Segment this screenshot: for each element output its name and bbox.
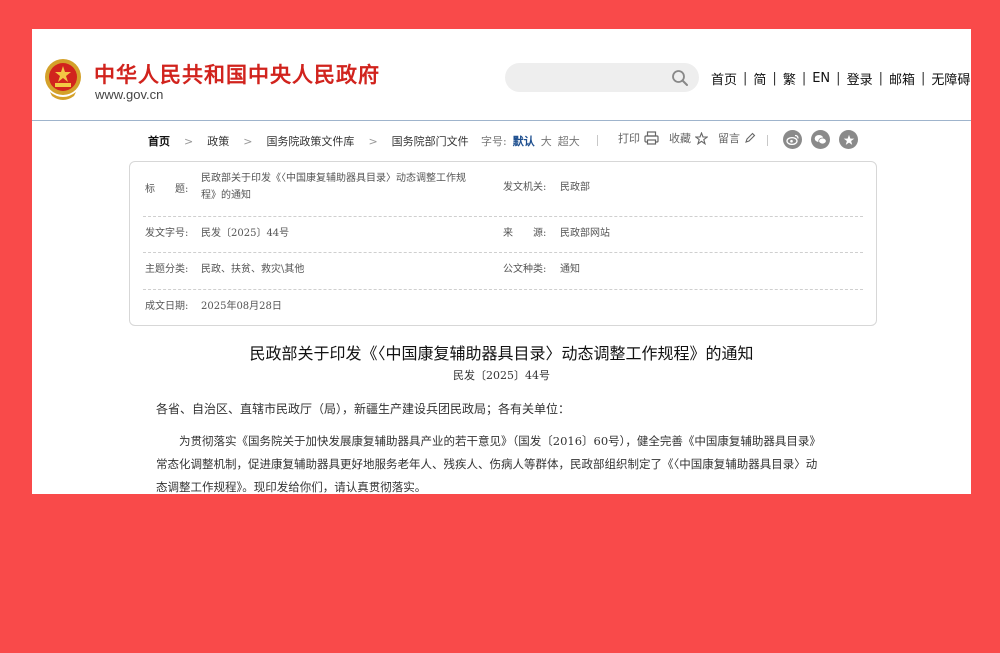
- favorite-button[interactable]: 收藏: [669, 130, 708, 146]
- nav-simplified[interactable]: 简: [753, 69, 766, 88]
- nav-accessibility[interactable]: 无障碍: [931, 69, 970, 88]
- chevron-right-icon: >: [184, 134, 194, 148]
- meta-title-label: 标 题:: [145, 184, 189, 195]
- favorite-label: 收藏: [669, 132, 691, 145]
- article-title: 民政部关于印发《〈中国康复辅助器具目录〉动态调整工作规程》的通知: [249, 344, 754, 363]
- nav-login[interactable]: 登录: [847, 69, 873, 88]
- meta-row: 发文字号: 民发〔2025〕44号 来 源: 民政部网站: [143, 217, 863, 253]
- nav-home[interactable]: 首页: [711, 69, 737, 88]
- font-size-default[interactable]: 默认: [513, 133, 535, 149]
- nav-mail[interactable]: 邮箱: [889, 69, 915, 88]
- breadcrumb-home[interactable]: 首页: [148, 133, 170, 149]
- breadcrumb: 首页 > 政策 > 国务院政策文件库 > 国务院部门文件: [148, 133, 469, 149]
- meta-source-value: 民政部网站: [560, 228, 610, 239]
- search-icon[interactable]: [671, 69, 689, 87]
- meta-topic-label: 主题分类:: [145, 264, 189, 275]
- meta-doc-type-value: 通知: [560, 264, 580, 275]
- chevron-right-icon: >: [368, 134, 378, 148]
- site-header: 中华人民共和国中央人民政府 www.gov.cn 首页 | 简 | 繁 | EN | 登…: [32, 29, 971, 121]
- font-size-xlarge[interactable]: 超大: [558, 133, 580, 149]
- paragraph-line: 态调整工作规程》。现印发给你们，请认真贯彻落实。: [156, 480, 427, 494]
- chevron-right-icon: >: [243, 134, 253, 148]
- breadcrumb-policy-library[interactable]: 国务院政策文件库: [266, 133, 354, 149]
- meta-title-value-line2: 程》的通知: [201, 190, 251, 201]
- article-paragraph: 为贯彻落实《国务院关于加快发展康复辅助器具产业的若干意见》（国发〔2016〕60…: [156, 430, 846, 494]
- browser-viewport: 中华人民共和国中央人民政府 www.gov.cn 首页 | 简 | 繁 | EN | 登…: [32, 29, 971, 494]
- meta-doc-no-value: 民发〔2025〕44号: [201, 228, 290, 239]
- document-metadata: 标 题: 民政部关于印发《〈中国康复辅助器具目录〉动态调整工作规 程》的通知 发…: [129, 161, 877, 326]
- article-doc-number: 民发〔2025〕44号: [453, 369, 550, 382]
- site-title[interactable]: 中华人民共和国中央人民政府: [94, 59, 380, 89]
- font-size-label: 字号:: [481, 135, 507, 148]
- nav-separator: |: [878, 71, 883, 86]
- meta-row: 主题分类: 民政、扶贫、救灾\其他 公文种类: 通知: [143, 253, 863, 290]
- nav-separator: |: [801, 71, 807, 86]
- print-label: 打印: [618, 132, 640, 145]
- article-salutation: 各省、自治区、直辖市民政厅（局），新疆生产建设兵团民政局；各有关单位：: [156, 402, 571, 416]
- favorite-star-icon[interactable]: [839, 130, 858, 149]
- meta-doc-no-label: 发文字号:: [145, 228, 189, 239]
- font-size-control: 字号: 默认 大 超大: [481, 133, 586, 149]
- top-nav: 首页 | 简 | 繁 | EN | 登录 | 邮箱 | 无障碍: [711, 69, 970, 88]
- meta-topic-value: 民政、扶贫、救灾\其他: [201, 264, 305, 275]
- star-outline-icon: [695, 131, 708, 145]
- breadcrumb-policy[interactable]: 政策: [207, 133, 229, 149]
- printer-icon: [644, 131, 659, 145]
- nav-separator: |: [836, 71, 841, 86]
- nav-english[interactable]: EN: [812, 71, 830, 86]
- nav-separator: |: [743, 71, 748, 86]
- meta-issuer-value: 民政部: [560, 182, 590, 193]
- meta-row: 成文日期: 2025年08月28日: [143, 290, 863, 324]
- pencil-icon: [745, 132, 756, 143]
- nav-traditional[interactable]: 繁: [783, 69, 796, 88]
- article-tools: 打印 收藏 留言: [618, 130, 766, 146]
- nav-separator: |: [772, 71, 777, 86]
- share-buttons: [783, 130, 867, 149]
- meta-date-value: 2025年08月28日: [201, 301, 282, 312]
- comment-button[interactable]: 留言: [718, 130, 756, 146]
- divider: [597, 135, 598, 146]
- paragraph-line: 常态化调整机制，促进康复辅助器具更好地服务老年人、残疾人、伤病人等群体，民政部组…: [156, 457, 818, 471]
- font-size-large[interactable]: 大: [541, 133, 552, 149]
- meta-title-value-line1: 民政部关于印发《〈中国康复辅助器具目录〉动态调整工作规: [201, 173, 466, 184]
- comment-label: 留言: [718, 132, 740, 145]
- weibo-icon[interactable]: [783, 130, 802, 149]
- search-input[interactable]: [519, 68, 659, 87]
- paragraph-line: 为贯彻落实《国务院关于加快发展康复辅助器具产业的若干意见》（国发〔2016〕60…: [179, 434, 821, 448]
- divider: [767, 135, 768, 146]
- meta-doc-type-label: 公文种类:: [503, 264, 547, 275]
- search-box: [505, 63, 699, 92]
- print-button[interactable]: 打印: [618, 130, 659, 146]
- breadcrumb-department-docs[interactable]: 国务院部门文件: [392, 133, 469, 149]
- wechat-icon[interactable]: [811, 130, 830, 149]
- meta-source-label: 来 源:: [503, 228, 547, 239]
- meta-date-label: 成文日期:: [145, 301, 189, 312]
- nav-separator: |: [920, 71, 926, 86]
- meta-row: 标 题: 民政部关于印发《〈中国康复辅助器具目录〉动态调整工作规 程》的通知 发…: [143, 167, 863, 217]
- site-url[interactable]: www.gov.cn: [95, 87, 163, 102]
- meta-issuer-label: 发文机关:: [503, 182, 547, 193]
- national-emblem-icon[interactable]: [44, 58, 82, 100]
